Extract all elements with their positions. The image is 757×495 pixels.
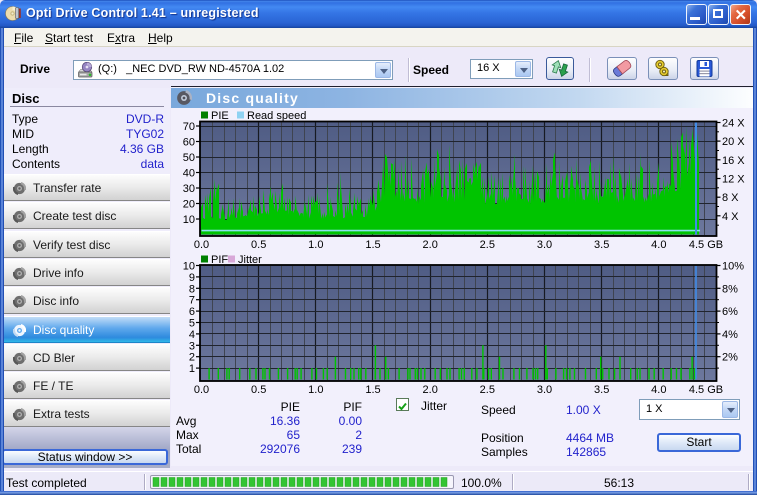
svg-text:3.5: 3.5 xyxy=(594,384,609,396)
svg-text:1.0: 1.0 xyxy=(308,384,323,396)
svg-text:2.0: 2.0 xyxy=(423,239,438,251)
svg-text:6: 6 xyxy=(189,306,195,318)
svg-text:1: 1 xyxy=(189,363,195,375)
svg-text:70: 70 xyxy=(183,121,195,133)
svg-text:4: 4 xyxy=(189,329,195,341)
svg-text:4 X: 4 X xyxy=(722,211,739,223)
svg-text:30: 30 xyxy=(183,183,195,195)
svg-text:50: 50 xyxy=(183,152,195,164)
svg-text:3.5: 3.5 xyxy=(594,239,609,251)
svg-text:0.0: 0.0 xyxy=(194,239,209,251)
svg-text:3.0: 3.0 xyxy=(537,239,552,251)
svg-text:0.5: 0.5 xyxy=(251,384,266,396)
svg-text:4.5 GB: 4.5 GB xyxy=(689,384,723,396)
svg-text:8%: 8% xyxy=(722,283,738,295)
svg-text:7: 7 xyxy=(189,295,195,307)
svg-text:20 X: 20 X xyxy=(722,136,745,148)
svg-text:20: 20 xyxy=(183,199,195,211)
svg-text:2.5: 2.5 xyxy=(480,384,495,396)
svg-text:Read speed: Read speed xyxy=(247,110,306,122)
svg-text:10%: 10% xyxy=(722,261,744,273)
svg-text:6%: 6% xyxy=(722,306,738,318)
svg-text:24 X: 24 X xyxy=(722,118,745,130)
svg-text:10: 10 xyxy=(183,261,195,273)
svg-text:2.5: 2.5 xyxy=(480,239,495,251)
svg-text:4.5 GB: 4.5 GB xyxy=(689,239,723,251)
svg-text:40: 40 xyxy=(183,168,195,180)
svg-text:PIF: PIF xyxy=(211,254,228,266)
svg-text:9: 9 xyxy=(189,272,195,284)
svg-text:3: 3 xyxy=(189,340,195,352)
svg-text:8: 8 xyxy=(189,283,195,295)
svg-text:12 X: 12 X xyxy=(722,174,745,186)
svg-text:3.0: 3.0 xyxy=(537,384,552,396)
svg-text:4%: 4% xyxy=(722,329,738,341)
svg-text:0.0: 0.0 xyxy=(194,384,209,396)
svg-text:10: 10 xyxy=(183,214,195,226)
svg-text:Jitter: Jitter xyxy=(238,254,262,266)
svg-text:60: 60 xyxy=(183,137,195,149)
svg-text:4.0: 4.0 xyxy=(651,239,666,251)
svg-text:PIE: PIE xyxy=(211,110,229,122)
svg-text:1.5: 1.5 xyxy=(365,384,380,396)
svg-text:2: 2 xyxy=(189,352,195,364)
svg-text:8 X: 8 X xyxy=(722,192,739,204)
svg-text:4.0: 4.0 xyxy=(651,384,666,396)
svg-text:16 X: 16 X xyxy=(722,155,745,167)
svg-text:0.5: 0.5 xyxy=(251,239,266,251)
svg-text:2%: 2% xyxy=(722,352,738,364)
svg-text:1.5: 1.5 xyxy=(365,239,380,251)
svg-text:2.0: 2.0 xyxy=(423,384,438,396)
svg-text:1.0: 1.0 xyxy=(308,239,323,251)
svg-text:5: 5 xyxy=(189,318,195,330)
